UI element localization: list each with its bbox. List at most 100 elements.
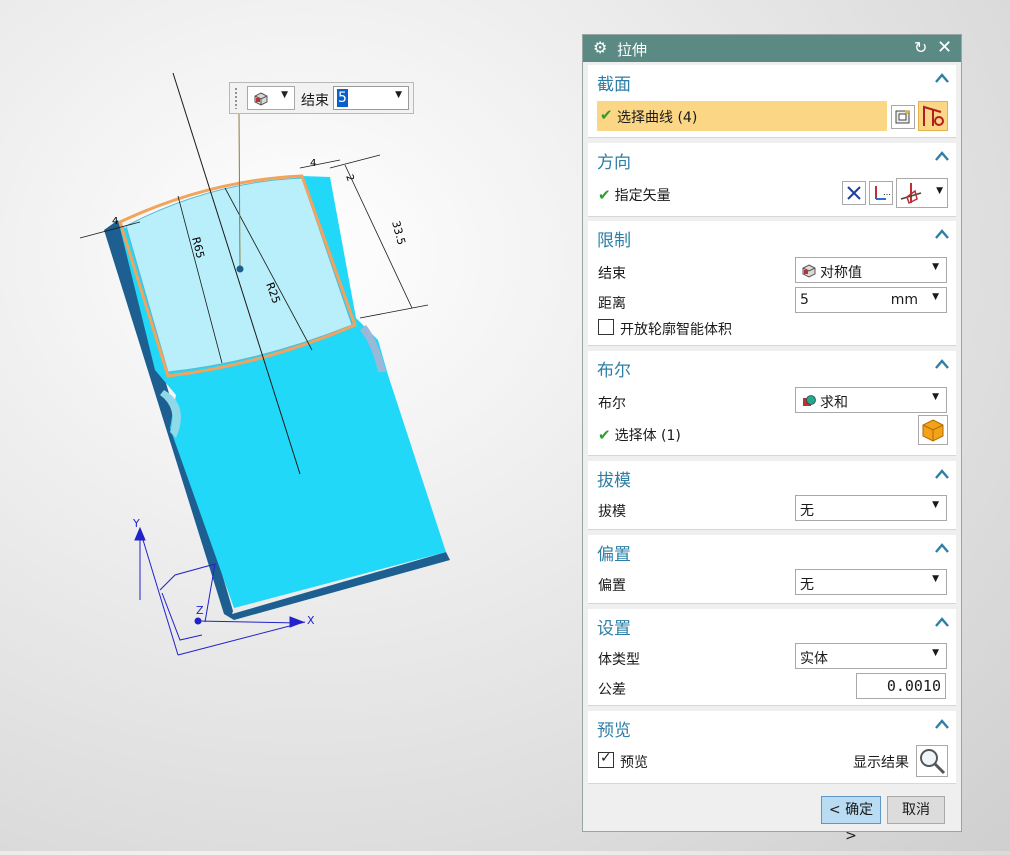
symmetric-value-icon xyxy=(802,264,816,278)
vector-icon: … xyxy=(875,186,891,200)
specify-vector-label: 指定矢量 xyxy=(614,188,671,204)
chevron-down-icon: ▼ xyxy=(932,392,939,402)
end-value[interactable]: 5 xyxy=(337,89,348,107)
toolbar-grip[interactable] xyxy=(234,87,238,109)
reverse-direction-icon xyxy=(847,186,861,200)
sketch-section-button[interactable] xyxy=(891,105,915,129)
chevron-down-icon[interactable]: ▼ xyxy=(395,90,402,100)
dim-4-top[interactable]: 4 xyxy=(310,158,316,169)
offset-value: 无 xyxy=(800,577,814,593)
offset-label: 偏置 xyxy=(598,578,626,594)
direction-group: 方向 ✔ 指定矢量 … ▼ xyxy=(588,143,956,217)
check-icon: ✔ xyxy=(598,426,611,444)
reverse-direction-button[interactable] xyxy=(842,181,866,205)
dialog-title: 拉伸 xyxy=(617,41,648,59)
tolerance-label: 公差 xyxy=(598,682,626,698)
dim-4-left[interactable]: 4 xyxy=(112,216,118,227)
boolean-value: 求和 xyxy=(820,395,848,411)
drag-handle[interactable] xyxy=(236,265,244,273)
vector-inference-dropdown[interactable]: ▼ xyxy=(896,178,948,208)
select-body-row[interactable]: ✔ 选择体 (1) xyxy=(598,425,681,445)
select-body-button[interactable] xyxy=(918,415,948,445)
check-icon: ✔ xyxy=(598,186,611,204)
chevron-down-icon: ▼ xyxy=(932,574,939,584)
section-group: 截面 ✔ 选择曲线 (4) xyxy=(588,65,956,138)
boolean-label: 布尔 xyxy=(598,396,626,412)
preview-group: 预览 ✓ 预览 显示结果 xyxy=(588,711,956,784)
end-label: 结束 xyxy=(301,93,329,109)
tolerance-value[interactable]: 0.0010 xyxy=(887,677,941,695)
magnifier-icon xyxy=(920,749,946,775)
limits-header[interactable]: 限制 xyxy=(597,226,631,251)
limit-type-dropdown[interactable]: ▼ xyxy=(247,86,295,110)
collapse-icon[interactable] xyxy=(934,717,950,731)
settings-group: 设置 体类型 实体 ▼ 公差 0.0010 xyxy=(588,609,956,706)
chevron-down-icon: ▼ xyxy=(281,90,288,100)
end-value-input[interactable]: 5 ▼ xyxy=(333,86,409,110)
show-result-button[interactable] xyxy=(916,745,948,777)
unite-icon xyxy=(803,395,816,406)
curve-button[interactable] xyxy=(918,101,948,131)
distance-unit: mm xyxy=(890,292,918,308)
vector-dialog-button[interactable]: … xyxy=(869,181,893,205)
section-header[interactable]: 截面 xyxy=(597,70,631,95)
vector-inference-icon xyxy=(900,183,922,205)
boolean-header[interactable]: 布尔 xyxy=(597,356,631,381)
body-type-value: 实体 xyxy=(800,651,828,667)
open-profile-checkbox[interactable] xyxy=(598,319,614,335)
preview-label[interactable]: 预览 xyxy=(620,752,648,772)
cube-icon xyxy=(254,92,268,106)
distance-input[interactable]: 5 mm ▼ xyxy=(795,287,947,313)
dim-2[interactable]: 2 xyxy=(343,173,356,183)
chevron-down-icon: ▼ xyxy=(932,262,939,272)
distance-value[interactable]: 5 xyxy=(800,292,809,308)
dialog-title-bar[interactable]: ⚙ 拉伸 ↻ ✕ xyxy=(583,35,961,62)
solid-body-icon xyxy=(922,419,944,442)
offset-group: 偏置 偏置 无 ▼ xyxy=(588,535,956,604)
collapse-icon[interactable] xyxy=(934,615,950,629)
checkmark-icon: ✓ xyxy=(600,750,612,766)
axis-y-label: Y xyxy=(132,517,140,530)
reset-icon[interactable]: ↻ xyxy=(914,38,927,57)
settings-header[interactable]: 设置 xyxy=(597,614,631,639)
direction-header[interactable]: 方向 xyxy=(597,148,631,173)
chevron-down-icon[interactable]: ▼ xyxy=(932,292,939,302)
close-icon[interactable]: ✕ xyxy=(937,37,952,58)
distance-label: 距离 xyxy=(598,296,626,312)
collapse-icon[interactable] xyxy=(934,149,950,163)
offset-dropdown[interactable]: 无 ▼ xyxy=(795,569,947,595)
draft-value: 无 xyxy=(800,503,814,519)
svg-text:…: … xyxy=(883,188,891,197)
collapse-icon[interactable] xyxy=(934,71,950,85)
cancel-button[interactable]: 取消 xyxy=(887,796,945,824)
collapse-icon[interactable] xyxy=(934,227,950,241)
body-type-label: 体类型 xyxy=(598,652,640,668)
onscreen-input-toolbar: ▼ 结束 5 ▼ xyxy=(229,82,414,114)
offset-header[interactable]: 偏置 xyxy=(597,540,631,565)
collapse-icon[interactable] xyxy=(934,357,950,371)
boolean-dropdown[interactable]: 求和 ▼ xyxy=(795,387,947,413)
open-profile-label[interactable]: 开放轮廓智能体积 xyxy=(620,319,732,339)
gear-icon[interactable]: ⚙ xyxy=(593,38,607,57)
boolean-group: 布尔 布尔 求和 ▼ ✔ 选择体 (1) xyxy=(588,351,956,456)
ok-button[interactable]: < 确定 > xyxy=(821,796,881,844)
select-curve-label: 选择曲线 (4) xyxy=(617,110,698,126)
collapse-icon[interactable] xyxy=(934,467,950,481)
end-type-dropdown[interactable]: 对称值 ▼ xyxy=(795,257,947,283)
draft-header[interactable]: 拔模 xyxy=(597,466,631,491)
preview-header[interactable]: 预览 xyxy=(597,716,631,741)
dim-33-5[interactable]: 33.5 xyxy=(389,219,408,246)
draft-dropdown[interactable]: 无 ▼ xyxy=(795,495,947,521)
tolerance-input[interactable]: 0.0010 xyxy=(856,673,946,699)
preview-checkbox[interactable]: ✓ xyxy=(598,750,614,768)
show-result-label: 显示结果 xyxy=(853,755,909,771)
limits-group: 限制 结束 对称值 ▼ 距离 5 mm ▼ 开放轮廓智能体积 xyxy=(588,221,956,346)
specify-vector-row[interactable]: ✔ 指定矢量 xyxy=(598,185,671,205)
end-type-value: 对称值 xyxy=(820,265,862,281)
sketch-icon xyxy=(895,110,910,124)
collapse-icon[interactable] xyxy=(934,541,950,555)
draft-label: 拔模 xyxy=(598,504,626,520)
check-icon: ✔ xyxy=(600,106,613,124)
select-curve-row[interactable]: ✔ 选择曲线 (4) xyxy=(597,101,887,131)
body-type-dropdown[interactable]: 实体 ▼ xyxy=(795,643,947,669)
